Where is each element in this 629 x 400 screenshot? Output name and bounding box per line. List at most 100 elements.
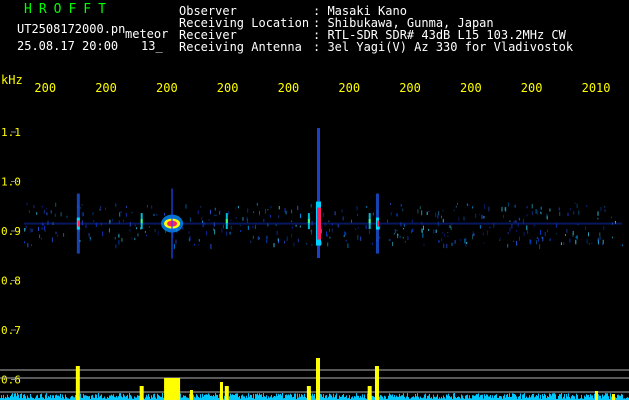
noise-speck	[410, 229, 412, 234]
noise-floor	[402, 395, 403, 400]
noise-floor	[389, 393, 390, 400]
noise-floor	[234, 395, 235, 400]
noise-floor	[41, 393, 42, 400]
detection-peak	[306, 386, 311, 400]
noise-speck	[365, 225, 367, 229]
noise-floor	[360, 395, 361, 400]
noise-speck	[389, 239, 391, 241]
noise-floor	[390, 394, 391, 400]
noise-speck	[198, 239, 200, 242]
noise-speck	[513, 240, 515, 242]
noise-floor	[162, 393, 163, 400]
noise-floor	[279, 394, 280, 400]
detection-peak	[220, 382, 223, 400]
noise-speck	[257, 236, 259, 241]
noise-floor	[126, 395, 127, 400]
noise-speck	[428, 211, 430, 212]
noise-speck	[209, 209, 211, 215]
noise-speck	[291, 233, 293, 238]
noise-speck	[451, 242, 453, 246]
meteor-echo-trail	[171, 188, 174, 259]
noise-speck	[188, 231, 190, 234]
noise-floor	[211, 395, 212, 400]
noise-floor	[462, 395, 463, 400]
meteor-echo-core	[140, 219, 143, 224]
noise-floor	[184, 395, 185, 400]
noise-floor	[560, 394, 561, 400]
noise-floor	[299, 393, 300, 400]
noise-floor	[15, 393, 16, 400]
noise-speck	[230, 225, 232, 230]
noise-floor	[83, 393, 84, 400]
noise-floor	[264, 396, 265, 400]
noise-speck	[252, 225, 254, 229]
noise-speck	[299, 225, 301, 228]
noise-floor	[415, 394, 416, 400]
noise-floor	[608, 396, 609, 400]
noise-speck	[311, 244, 313, 246]
noise-speck	[488, 206, 490, 212]
noise-floor	[236, 393, 237, 400]
noise-speck	[588, 243, 590, 245]
noise-speck	[541, 236, 543, 239]
noise-speck	[118, 240, 120, 245]
noise-speck	[278, 215, 280, 219]
noise-floor	[586, 394, 587, 400]
noise-speck	[507, 244, 509, 248]
noise-floor	[604, 395, 605, 400]
detection-peak	[164, 378, 181, 400]
noise-speck	[328, 220, 330, 223]
noise-speck	[50, 210, 52, 214]
noise-speck	[146, 234, 148, 237]
noise-floor	[197, 395, 198, 400]
noise-floor	[88, 396, 89, 400]
noise-floor	[248, 393, 249, 400]
noise-speck	[392, 241, 394, 247]
noise-speck	[331, 228, 333, 233]
noise-speck	[360, 236, 362, 241]
noise-speck	[602, 239, 604, 245]
noise-floor	[112, 395, 113, 400]
noise-speck	[486, 230, 488, 236]
noise-speck	[422, 233, 424, 238]
noise-floor	[52, 395, 53, 400]
noise-floor	[216, 394, 217, 400]
noise-floor	[382, 396, 383, 400]
noise-floor	[235, 393, 236, 400]
noise-speck	[526, 214, 528, 217]
noise-floor	[515, 394, 516, 400]
hrofft-spectrogram-window: HROFFT UT2508172000.pn meteor 25.08.17 2…	[0, 0, 629, 400]
noise-floor	[331, 395, 332, 400]
noise-floor	[551, 395, 552, 400]
noise-floor	[474, 395, 475, 400]
x-tick-label: 200	[34, 81, 56, 95]
noise-speck	[89, 237, 91, 241]
noise-floor	[394, 395, 395, 400]
noise-speck	[247, 225, 249, 230]
noise-floor	[253, 393, 254, 400]
noise-speck	[285, 211, 287, 215]
noise-speck	[599, 236, 601, 240]
noise-floor	[605, 393, 606, 400]
noise-speck	[215, 214, 217, 216]
noise-speck	[266, 239, 268, 243]
y-tick-label: 0.9	[1, 225, 21, 238]
noise-floor	[123, 393, 124, 400]
noise-speck	[438, 211, 440, 216]
noise-speck	[513, 220, 515, 223]
noise-floor	[212, 396, 213, 400]
noise-floor	[200, 394, 201, 400]
noise-floor	[469, 395, 470, 400]
noise-speck	[479, 214, 481, 216]
noise-floor	[329, 393, 330, 400]
noise-speck	[277, 238, 279, 242]
noise-floor	[203, 396, 204, 400]
noise-floor	[72, 395, 73, 400]
noise-floor	[137, 395, 138, 400]
noise-speck	[455, 205, 457, 208]
meteor-echo-core	[307, 219, 310, 224]
x-tick-label: 200	[399, 81, 421, 95]
noise-speck	[293, 242, 295, 247]
noise-speck	[556, 233, 557, 235]
noise-speck	[540, 212, 542, 215]
